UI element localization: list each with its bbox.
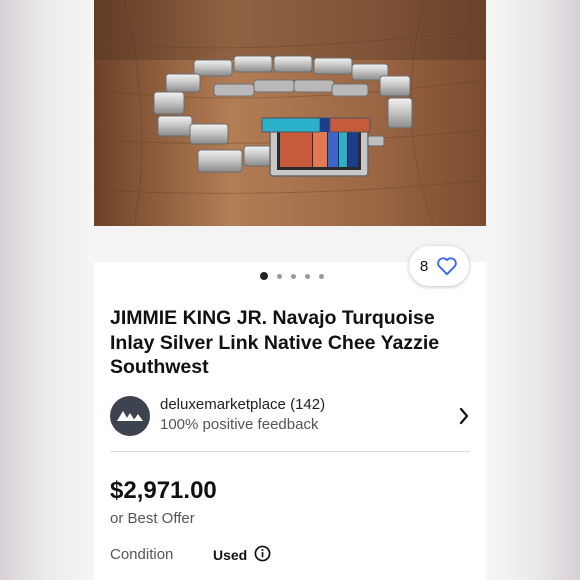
product-image[interactable] [94, 0, 486, 226]
heart-outline-icon [437, 257, 457, 276]
seller-feedback: 100% positive feedback [160, 416, 319, 433]
chevron-right-icon[interactable] [458, 406, 470, 426]
watch-count: 8 [419, 257, 429, 275]
carousel-dot[interactable] [319, 273, 324, 279]
listing-title: JIMMIE KING JR. Navajo Turquoise Inlay S… [110, 307, 440, 378]
seller-row[interactable]: deluxemarketplace (142) 100% positive fe… [110, 396, 470, 436]
condition-label: Condition [110, 546, 174, 563]
info-circle-icon[interactable] [254, 545, 271, 562]
seller-logo-icon[interactable] [110, 396, 150, 436]
carousel-dot[interactable] [277, 273, 282, 279]
carousel-dots[interactable] [260, 272, 324, 280]
carousel-dot[interactable] [305, 273, 310, 279]
seller-name[interactable]: deluxemarketplace (142) [160, 396, 325, 413]
watch-button[interactable]: 8 [409, 246, 469, 286]
condition-value: Used [213, 547, 248, 563]
price: $2,971.00 [110, 477, 217, 504]
carousel-dot-active[interactable] [260, 272, 268, 280]
carousel-dot[interactable] [291, 273, 296, 279]
listing-card: 8 JIMMIE KING JR. Navajo Turquoise Inlay… [94, 0, 486, 580]
divider [110, 451, 470, 452]
best-offer-label: or Best Offer [110, 510, 195, 527]
bracelet-photo [94, 0, 486, 226]
